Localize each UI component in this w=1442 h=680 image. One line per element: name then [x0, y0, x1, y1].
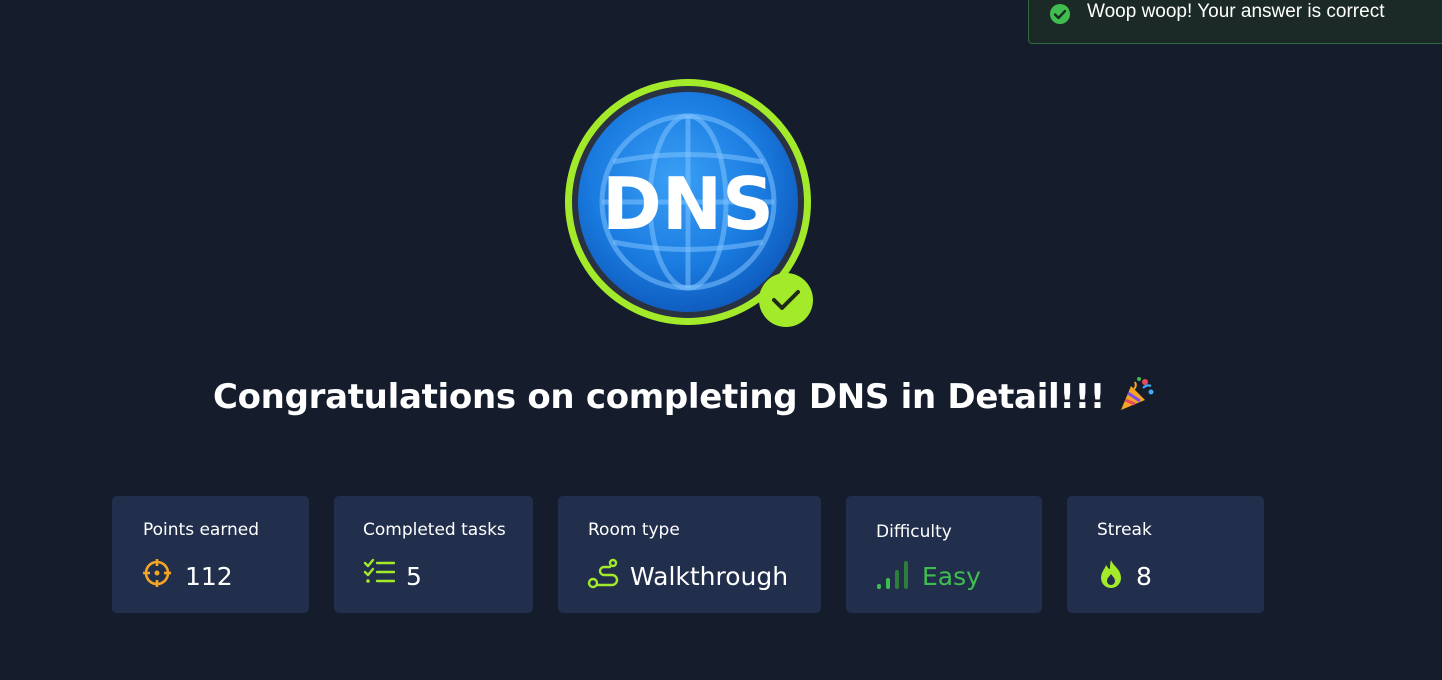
stat-card-tasks: Completed tasks 5 — [334, 496, 533, 613]
room-badge: DNS — [563, 77, 813, 327]
check-circle-icon — [1050, 4, 1070, 24]
tasks-value: 5 — [406, 562, 422, 591]
crosshair-icon — [143, 559, 171, 587]
route-icon — [587, 558, 619, 589]
task-list-icon — [363, 558, 395, 583]
page-title: Congratulations on completing DNS in Det… — [0, 374, 1370, 417]
toast-message: Woop woop! Your answer is correct — [1087, 1, 1385, 22]
tasks-label: Completed tasks — [363, 520, 506, 540]
checkmark-icon — [759, 273, 813, 327]
stat-card-room-type: Room type Walkthrough — [558, 496, 821, 613]
points-label: Points earned — [143, 520, 260, 540]
streak-label: Streak — [1097, 520, 1152, 540]
stat-card-points: Points earned 112 — [112, 496, 309, 613]
stat-card-streak: Streak 8 — [1067, 496, 1264, 613]
page-title-text: Congratulations on completing DNS in Det… — [212, 377, 1106, 417]
dns-badge-graphic: DNS — [565, 79, 813, 327]
points-value: 112 — [185, 562, 233, 591]
room-type-label: Room type — [588, 520, 680, 540]
party-popper-icon — [1121, 377, 1154, 410]
success-toast[interactable]: Woop woop! Your answer is correct — [1028, 0, 1442, 44]
completion-page: Woop woop! Your answer is correct DNS Co… — [0, 0, 1442, 680]
difficulty-value: Easy — [922, 562, 981, 591]
stat-card-difficulty: Difficulty Easy — [846, 496, 1042, 613]
difficulty-label: Difficulty — [876, 522, 952, 542]
badge-text: DNS — [602, 162, 774, 246]
flame-icon — [1101, 560, 1121, 588]
streak-value: 8 — [1136, 562, 1152, 591]
room-type-value: Walkthrough — [630, 562, 789, 591]
signal-bars-icon — [877, 561, 908, 589]
